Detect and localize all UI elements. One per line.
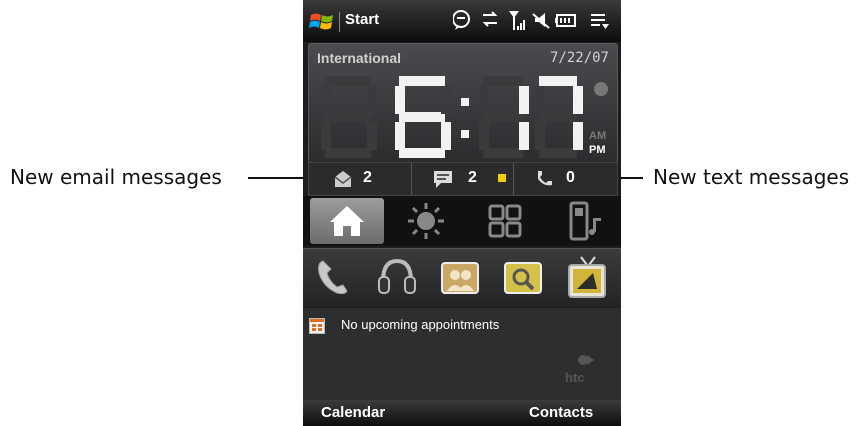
brand-label: htc (565, 370, 585, 385)
quick-launch-bar (303, 248, 621, 307)
start-button[interactable]: Start (345, 11, 379, 28)
music-phone-icon (569, 201, 601, 241)
tab-weather[interactable] (389, 198, 463, 244)
missed-call-notification[interactable]: 0 (513, 163, 618, 195)
tv-icon[interactable] (563, 255, 611, 301)
am-indicator: AM (589, 130, 607, 142)
weather-sun-icon (408, 203, 444, 239)
clock-ghost-digit (321, 76, 377, 158)
sms-icon (434, 171, 452, 188)
windows-flag-icon[interactable] (309, 9, 335, 33)
programs-grid-icon (488, 204, 522, 238)
text-callout-dot (498, 174, 506, 182)
home-icon (330, 206, 364, 236)
alarm-icon[interactable] (594, 82, 608, 96)
email-callout-line (248, 177, 310, 179)
text-callout-label: New text messages (653, 165, 850, 189)
email-icon (334, 171, 352, 187)
menu-icon[interactable] (591, 14, 609, 29)
text-callout-line (621, 177, 643, 179)
email-count: 2 (363, 169, 372, 186)
phone-screen: Start International 7/22/07 AM PM 2 2 0 … (303, 0, 621, 426)
status-icons (453, 10, 609, 30)
people-icon[interactable] (436, 255, 484, 301)
email-notification[interactable]: 2 (309, 163, 411, 195)
battery-icon[interactable] (555, 14, 576, 27)
title-bar: Start (303, 0, 621, 42)
digital-clock (321, 76, 583, 158)
headset-icon[interactable] (373, 255, 421, 301)
clock-panel[interactable]: International 7/22/07 AM PM (308, 43, 618, 163)
tab-home[interactable] (310, 198, 384, 244)
htc-logo-icon (578, 355, 594, 365)
appointments-panel[interactable]: No upcoming appointments htc (303, 308, 621, 400)
clock-date: 7/22/07 (549, 50, 609, 66)
data-transfer-icon[interactable] (482, 11, 498, 27)
sms-count: 2 (468, 169, 477, 186)
tab-programs[interactable] (468, 198, 542, 244)
signal-icon[interactable] (509, 11, 525, 30)
notification-bar: 2 2 0 (308, 162, 618, 196)
phone-icon[interactable] (311, 255, 359, 301)
email-callout-label: New email messages (10, 165, 222, 189)
missed-call-count: 0 (566, 169, 575, 186)
clock-digit-7 (535, 76, 583, 158)
tab-music[interactable] (547, 198, 621, 244)
speech-bubble-icon[interactable] (453, 10, 470, 30)
search-magnifier-icon[interactable] (499, 255, 547, 301)
missed-call-icon (538, 171, 552, 186)
clock-colon (461, 98, 469, 106)
clock-digit-1 (479, 76, 529, 158)
contacts-softkey[interactable]: Contacts (529, 404, 593, 421)
start-separator (339, 12, 340, 32)
calendar-softkey[interactable]: Calendar (321, 404, 385, 421)
tab-strip (303, 196, 621, 246)
calendar-icon (309, 318, 325, 334)
speaker-muted-icon[interactable] (532, 13, 550, 29)
appointments-text: No upcoming appointments (341, 317, 500, 332)
pm-indicator: PM (589, 144, 606, 156)
softkey-bar: Calendar Contacts (303, 400, 621, 426)
clock-city: International (317, 50, 402, 66)
